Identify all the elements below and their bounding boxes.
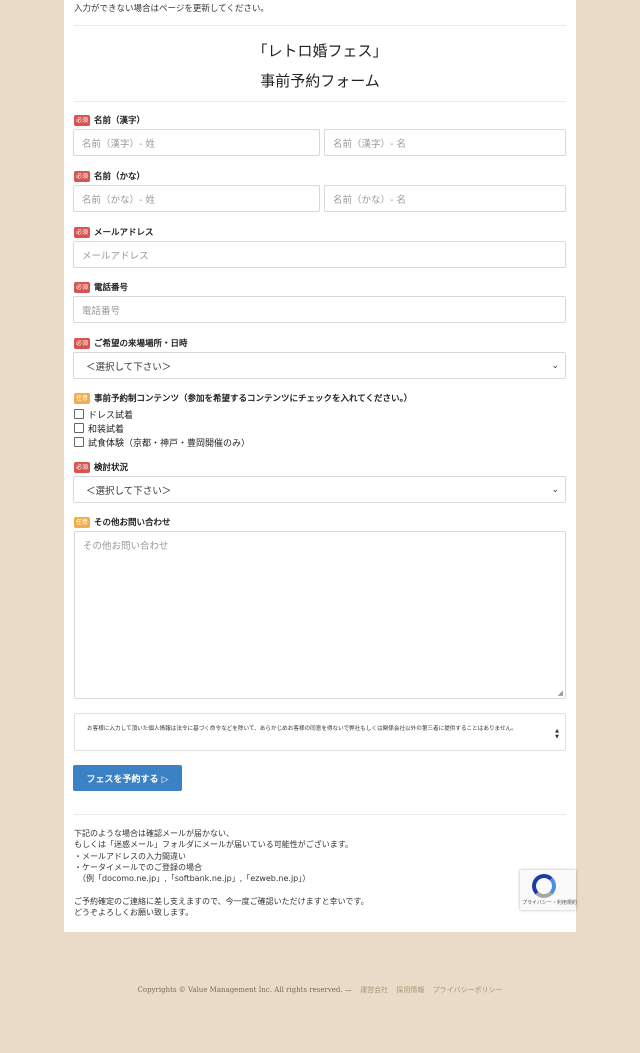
footer-link-privacy[interactable]: プライバシーポリシー	[433, 986, 503, 994]
contents-option-label: 和装試着	[88, 424, 125, 435]
notice-line: ・ケータイメールでのご登録の場合	[74, 862, 202, 872]
form-card: 入力ができない場合はページを更新してください。 「レトロ婚フェス」 事前予約フォ…	[64, 0, 576, 932]
footer: Copyrights © Value Management Inc. All r…	[0, 985, 640, 995]
checkbox-icon[interactable]	[74, 409, 84, 419]
contents-checkbox-group: ドレス試着 和装試着 試食体験（京都・神戸・豊岡開催のみ）	[74, 407, 250, 449]
name-kana-last-input[interactable]: 名前（かな）- 姓	[73, 185, 320, 212]
phone-input[interactable]: 電話番号	[73, 296, 566, 323]
contents-option-label: 試食体験（京都・神戸・豊岡開催のみ）	[88, 438, 251, 449]
contents-label: 事前予約制コンテンツ（参加を希望するコンテンツにチェックを入れてください。）	[94, 394, 413, 404]
venue-label: ご希望の来場場所・日時	[94, 339, 188, 349]
notice-line: もしくは「迷惑メール」フォルダにメールが届いている可能性がございます。	[74, 840, 353, 850]
name-kana-label-row: 必須 名前（かな）	[74, 169, 145, 183]
name-kanji-last-input[interactable]: 名前（漢字）- 姓	[73, 129, 320, 156]
status-select-value: ＜選択して下さい＞	[86, 485, 172, 497]
submit-button[interactable]: フェスを予約する ▷	[73, 765, 182, 791]
chevron-down-icon: ⌄	[551, 361, 559, 371]
venue-select-value: ＜選択して下さい＞	[86, 361, 172, 373]
contents-option-label: ドレス試着	[88, 410, 134, 421]
required-badge: 必須	[74, 461, 91, 473]
required-badge: 必須	[74, 114, 91, 126]
status-select[interactable]: ＜選択して下さい＞ ⌄	[73, 476, 566, 503]
inquiry-label-row: 任意 その他お問い合わせ	[74, 515, 171, 529]
name-kanji-label-row: 必須 名前（漢字）	[74, 113, 145, 127]
inquiry-textarea[interactable]: その他お問い合わせ ◢	[74, 531, 566, 699]
contents-option-tasting[interactable]: 試食体験（京都・神戸・豊岡開催のみ）	[74, 435, 250, 449]
footer-link-recruit[interactable]: 採用情報	[396, 986, 424, 994]
name-kana-first-input[interactable]: 名前（かな）- 名	[324, 185, 566, 212]
recaptcha-badge[interactable]: プライバシー・利用規約	[520, 870, 577, 910]
divider	[74, 25, 566, 26]
notice-line: 下記のような場合は確認メールが届かない、	[74, 829, 234, 838]
scroll-arrows-icon[interactable]: ▲ ▼	[555, 728, 559, 740]
recaptcha-text[interactable]: プライバシー・利用規約	[522, 899, 577, 906]
inquiry-placeholder: その他お問い合わせ	[83, 541, 169, 552]
required-badge: 必須	[74, 337, 91, 349]
required-badge: 必須	[74, 170, 91, 182]
notice-line: どうぞよろしくお願い致します。	[74, 908, 194, 918]
email-label: メールアドレス	[94, 228, 154, 238]
notice-line: ・メールアドレスの入力間違い	[74, 851, 186, 861]
optional-badge: 任意	[74, 392, 91, 404]
name-kanji-first-input[interactable]: 名前（漢字）- 名	[324, 129, 566, 156]
divider	[74, 814, 566, 815]
status-label-row: 必須 検討状況	[74, 460, 128, 474]
chevron-down-icon: ⌄	[551, 485, 559, 495]
checkbox-icon[interactable]	[74, 423, 84, 433]
phone-label-row: 必須 電話番号	[74, 280, 128, 294]
privacy-policy-box[interactable]: お客様に入力して頂いた個人情報は法令に基づく命令などを除いて、あらかじめお客様の…	[74, 713, 566, 751]
form-title: 「レトロ婚フェス」	[252, 42, 388, 60]
status-label: 検討状況	[94, 463, 129, 473]
email-label-row: 必須 メールアドレス	[74, 225, 154, 239]
optional-badge: 任意	[74, 516, 91, 528]
venue-label-row: 必須 ご希望の来場場所・日時	[74, 336, 188, 350]
resize-handle-icon[interactable]: ◢	[558, 689, 563, 697]
contents-option-wasou[interactable]: 和装試着	[74, 421, 250, 435]
name-kanji-label: 名前（漢字）	[94, 116, 146, 126]
reload-note: 入力ができない場合はページを更新してください。	[74, 4, 269, 14]
contents-option-dress[interactable]: ドレス試着	[74, 407, 250, 421]
notice-line: （例「docomo.ne.jp」,「softbank.ne.jp」,「ezweb…	[74, 874, 311, 884]
required-badge: 必須	[74, 281, 91, 293]
inquiry-label: その他お問い合わせ	[94, 518, 171, 528]
email-input[interactable]: メールアドレス	[73, 241, 566, 268]
footer-link-company[interactable]: 運営会社	[360, 986, 388, 994]
notice-line	[74, 884, 554, 895]
recaptcha-logo-icon	[532, 874, 556, 898]
copyright-text: Copyrights © Value Management Inc. All r…	[137, 986, 352, 994]
checkbox-icon[interactable]	[74, 437, 84, 447]
privacy-policy-text: お客様に入力して頂いた個人情報は法令に基づく命令などを除いて、あらかじめお客様の…	[87, 726, 517, 732]
phone-label: 電話番号	[94, 283, 129, 293]
divider	[74, 101, 566, 102]
form-subtitle: 事前予約フォーム	[260, 72, 380, 90]
email-notice: 下記のような場合は確認メールが届かない、 もしくは「迷惑メール」フォルダにメール…	[74, 828, 554, 918]
required-badge: 必須	[74, 226, 91, 238]
contents-label-row: 任意 事前予約制コンテンツ（参加を希望するコンテンツにチェックを入れてください。…	[74, 391, 412, 405]
name-kana-label: 名前（かな）	[94, 172, 146, 182]
notice-line: ご予約確定のご連絡に差し支えますので、今一度ご確認いただけますと幸いです。	[74, 896, 369, 906]
venue-select[interactable]: ＜選択して下さい＞ ⌄	[73, 352, 566, 379]
